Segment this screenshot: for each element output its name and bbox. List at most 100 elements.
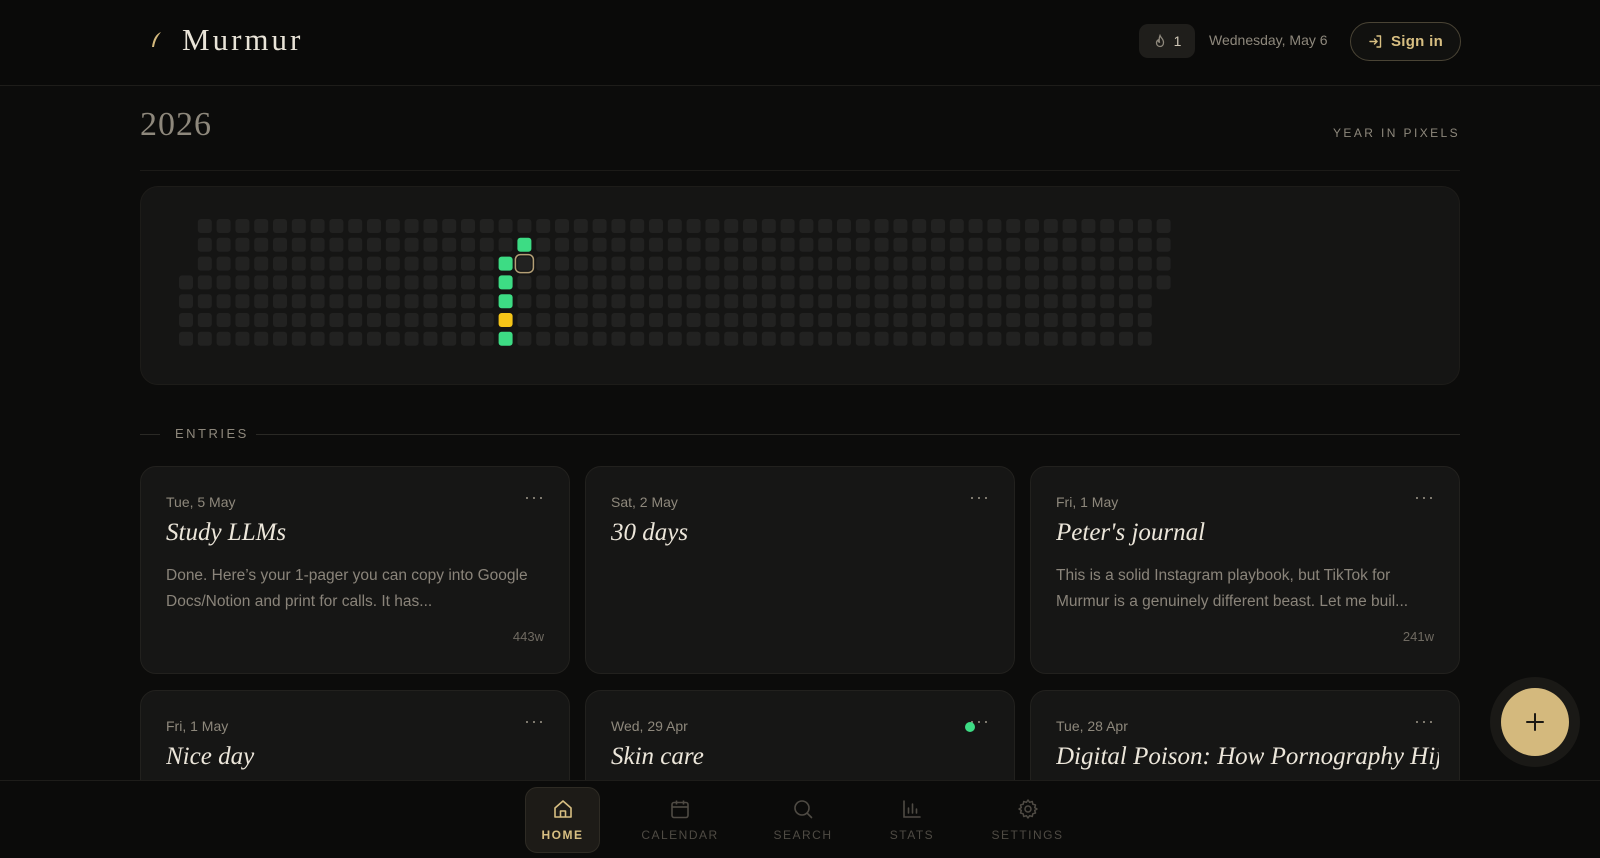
day-pixel[interactable] xyxy=(404,219,419,233)
entry-menu-button[interactable]: ··· xyxy=(524,711,545,732)
day-pixel[interactable] xyxy=(724,294,739,309)
day-pixel[interactable] xyxy=(761,256,776,271)
day-pixel[interactable] xyxy=(667,331,682,346)
day-pixel[interactable] xyxy=(1119,275,1133,290)
day-pixel[interactable] xyxy=(404,275,419,290)
day-pixel[interactable] xyxy=(931,294,945,309)
day-pixel[interactable] xyxy=(818,256,833,271)
day-pixel[interactable] xyxy=(1100,313,1115,327)
day-pixel[interactable] xyxy=(743,237,757,252)
entry-menu-button[interactable]: ··· xyxy=(1414,711,1435,732)
day-pixel[interactable] xyxy=(555,294,569,309)
day-pixel[interactable] xyxy=(404,237,419,252)
day-pixel[interactable] xyxy=(1043,219,1058,233)
day-pixel[interactable] xyxy=(1137,313,1152,327)
day-pixel[interactable] xyxy=(912,331,927,346)
day-pixel[interactable] xyxy=(611,275,626,290)
day-pixel[interactable] xyxy=(592,331,607,346)
day-pixel[interactable] xyxy=(743,219,757,233)
day-pixel[interactable] xyxy=(573,219,588,233)
day-pixel[interactable] xyxy=(968,256,983,271)
day-pixel[interactable] xyxy=(724,331,739,346)
day-pixel[interactable] xyxy=(968,275,983,290)
day-pixel[interactable] xyxy=(987,219,1002,233)
day-pixel[interactable] xyxy=(893,294,908,309)
day-pixel[interactable] xyxy=(235,275,250,290)
day-pixel[interactable] xyxy=(949,219,964,233)
day-pixel[interactable] xyxy=(611,294,626,309)
day-pixel[interactable] xyxy=(1025,237,1039,252)
day-pixel[interactable] xyxy=(1006,237,1021,252)
day-pixel[interactable] xyxy=(837,219,851,233)
day-pixel[interactable] xyxy=(743,294,757,309)
day-pixel[interactable] xyxy=(1025,219,1039,233)
day-pixel[interactable] xyxy=(536,331,551,346)
day-pixel[interactable] xyxy=(931,331,945,346)
day-pixel[interactable] xyxy=(686,294,701,309)
day-pixel[interactable] xyxy=(216,313,231,327)
day-pixel[interactable] xyxy=(555,256,569,271)
day-pixel[interactable] xyxy=(479,313,494,327)
day-pixel[interactable] xyxy=(1119,313,1133,327)
day-pixel[interactable] xyxy=(479,294,494,309)
day-pixel[interactable] xyxy=(592,275,607,290)
day-pixel[interactable] xyxy=(874,331,889,346)
day-pixel[interactable] xyxy=(1006,219,1021,233)
day-pixel[interactable] xyxy=(968,331,983,346)
day-pixel[interactable] xyxy=(235,237,250,252)
day-pixel[interactable] xyxy=(1100,331,1115,346)
day-pixel[interactable] xyxy=(367,219,381,233)
day-pixel[interactable] xyxy=(1043,237,1058,252)
day-pixel[interactable] xyxy=(310,275,325,290)
day-pixel[interactable] xyxy=(686,256,701,271)
day-pixel[interactable] xyxy=(1119,219,1133,233)
day-pixel[interactable] xyxy=(724,237,739,252)
day-pixel[interactable] xyxy=(837,294,851,309)
day-pixel[interactable] xyxy=(310,219,325,233)
day-pixel[interactable] xyxy=(273,313,287,327)
entry-menu-button[interactable]: ··· xyxy=(969,487,990,508)
day-pixel[interactable] xyxy=(799,275,814,290)
day-pixel[interactable] xyxy=(686,219,701,233)
day-pixel[interactable] xyxy=(479,331,494,346)
nav-search[interactable]: SEARCH xyxy=(768,787,838,853)
day-pixel[interactable] xyxy=(1100,237,1115,252)
day-pixel[interactable] xyxy=(442,313,457,327)
day-pixel[interactable] xyxy=(216,237,231,252)
nav-settings[interactable]: SETTINGS xyxy=(990,787,1065,853)
day-pixel[interactable] xyxy=(385,219,400,233)
sign-in-button[interactable]: Sign in xyxy=(1350,22,1461,61)
day-pixel[interactable] xyxy=(517,331,532,346)
day-pixel[interactable] xyxy=(555,313,569,327)
day-pixel[interactable] xyxy=(987,331,1002,346)
day-pixel[interactable] xyxy=(348,275,363,290)
day-pixel[interactable] xyxy=(573,331,588,346)
day-pixel[interactable] xyxy=(761,331,776,346)
day-pixel[interactable] xyxy=(724,256,739,271)
day-pixel[interactable] xyxy=(649,331,663,346)
day-pixel[interactable] xyxy=(592,256,607,271)
day-pixel-green[interactable] xyxy=(498,294,513,309)
day-pixel[interactable] xyxy=(179,294,193,309)
day-pixel[interactable] xyxy=(536,237,551,252)
day-pixel[interactable] xyxy=(536,256,551,271)
day-pixel[interactable] xyxy=(705,275,720,290)
day-pixel[interactable] xyxy=(517,219,532,233)
day-pixel[interactable] xyxy=(630,219,645,233)
day-pixel[interactable] xyxy=(592,237,607,252)
day-pixel[interactable] xyxy=(1081,294,1096,309)
day-pixel[interactable] xyxy=(705,313,720,327)
day-pixel[interactable] xyxy=(573,294,588,309)
day-pixel[interactable] xyxy=(1062,275,1077,290)
day-pixel[interactable] xyxy=(987,313,1002,327)
day-pixel[interactable] xyxy=(761,237,776,252)
day-pixel[interactable] xyxy=(667,275,682,290)
day-pixel[interactable] xyxy=(536,294,551,309)
day-pixel[interactable] xyxy=(761,294,776,309)
day-pixel[interactable] xyxy=(1043,331,1058,346)
day-pixel[interactable] xyxy=(404,331,419,346)
day-pixel[interactable] xyxy=(329,237,344,252)
day-pixel[interactable] xyxy=(273,237,287,252)
day-pixel[interactable] xyxy=(949,294,964,309)
day-pixel[interactable] xyxy=(461,256,475,271)
